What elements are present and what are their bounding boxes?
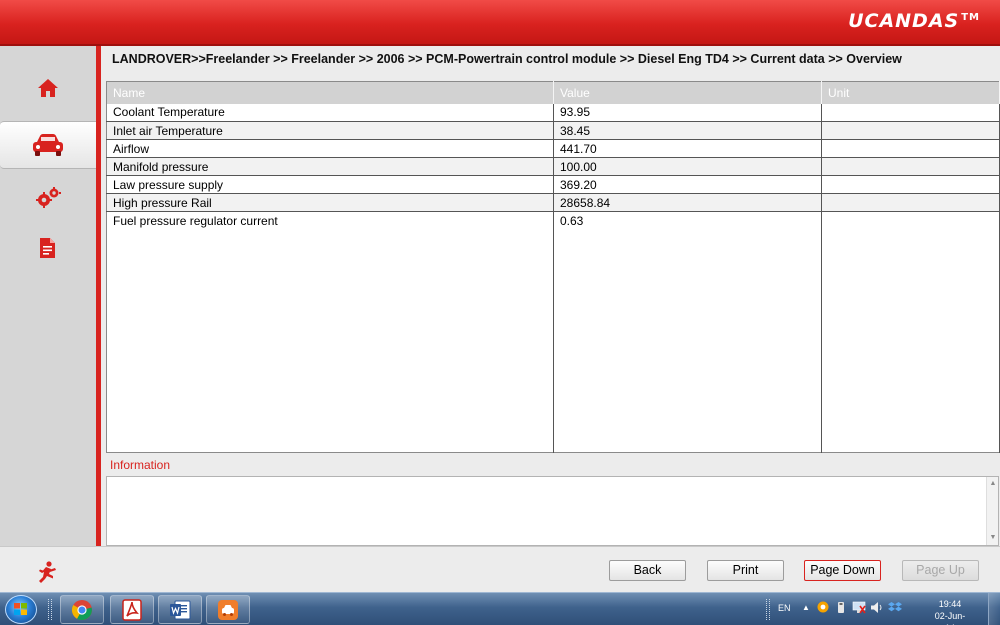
cell-unit <box>821 211 1000 230</box>
information-textbox[interactable]: ▲ ▼ <box>106 476 999 546</box>
empty-cell <box>553 229 822 453</box>
volume-icon[interactable] <box>870 601 884 616</box>
tray-grip <box>766 599 770 620</box>
cell-value: 28658.84 <box>553 193 822 212</box>
cell-unit <box>821 193 1000 212</box>
cell-unit <box>821 139 1000 158</box>
table-row[interactable]: Law pressure supply 369.20 <box>106 175 1000 194</box>
cell-value: 38.45 <box>553 121 822 140</box>
system-tray: EN ▲ 19:44 02-Jun-14 <box>754 593 984 625</box>
taskbar-app-ucandas[interactable] <box>206 595 250 624</box>
show-desktop-button[interactable] <box>988 593 1000 625</box>
clock-time: 19:44 <box>938 599 962 609</box>
column-header-unit: Unit <box>821 81 1000 104</box>
cell-value: 441.70 <box>553 139 822 158</box>
exit-button[interactable] <box>34 560 58 584</box>
cell-name: Law pressure supply <box>106 175 554 194</box>
scroll-up-icon[interactable]: ▲ <box>988 479 998 489</box>
pdf-reader-icon <box>122 598 142 621</box>
cell-value: 93.95 <box>553 103 822 122</box>
sidebar <box>0 46 101 546</box>
back-button[interactable]: Back <box>609 560 686 581</box>
dropbox-icon[interactable] <box>888 601 902 616</box>
sidebar-divider <box>96 46 101 546</box>
cell-unit <box>821 103 1000 122</box>
bottom-bar: Back Print Page Down Page Up <box>0 546 1000 592</box>
show-hidden-icons-icon[interactable]: ▲ <box>802 603 810 612</box>
taskbar-app-chrome[interactable] <box>60 595 104 624</box>
sidebar-item-settings[interactable] <box>0 174 96 222</box>
sidebar-item-vehicle[interactable] <box>0 121 96 169</box>
gears-icon <box>36 187 61 208</box>
car-icon <box>33 134 63 156</box>
sidebar-item-home[interactable] <box>0 64 96 112</box>
exit-icon <box>39 561 56 583</box>
top-bar: UCANDAS TM <box>0 0 1000 46</box>
ucandas-app-icon <box>218 599 238 620</box>
windows-logo-icon <box>14 603 27 615</box>
column-header-value: Value <box>553 81 822 104</box>
scroll-down-icon[interactable]: ▼ <box>988 533 998 543</box>
page-up-button[interactable]: Page Up <box>902 560 979 581</box>
clock[interactable]: 19:44 02-Jun-14 <box>930 598 970 625</box>
information-label: Information <box>106 455 999 476</box>
home-icon <box>38 79 58 97</box>
cell-unit <box>821 121 1000 140</box>
cell-name: Manifold pressure <box>106 157 554 176</box>
cell-value: 369.20 <box>553 175 822 194</box>
sidebar-item-reports[interactable] <box>0 224 96 272</box>
cell-value: 0.63 <box>553 211 822 230</box>
taskbar: EN ▲ 19:44 02-Jun-14 <box>0 592 1000 625</box>
taskbar-grip <box>48 599 52 620</box>
chrome-icon <box>71 599 92 620</box>
cell-name: Fuel pressure regulator current <box>106 211 554 230</box>
table-row[interactable]: High pressure Rail 28658.84 <box>106 193 1000 212</box>
brand-logo: UCANDAS TM <box>848 10 980 32</box>
language-indicator[interactable]: EN <box>778 603 791 613</box>
table-row[interactable]: Inlet air Temperature 38.45 <box>106 121 1000 140</box>
taskbar-app-word[interactable] <box>158 595 202 624</box>
taskbar-app-pdf-reader[interactable] <box>110 595 154 624</box>
table-row[interactable]: Manifold pressure 100.00 <box>106 157 1000 176</box>
table-empty-area <box>106 229 1000 453</box>
clock-date: 02-Jun-14 <box>934 611 966 625</box>
information-scrollbar[interactable]: ▲ ▼ <box>986 477 998 545</box>
cell-name: Coolant Temperature <box>106 103 554 122</box>
network-icon[interactable] <box>852 601 866 616</box>
print-button[interactable]: Print <box>707 560 784 581</box>
column-header-name: Name <box>106 81 554 104</box>
word-icon <box>170 600 191 619</box>
start-button[interactable] <box>5 595 37 624</box>
cell-name: High pressure Rail <box>106 193 554 212</box>
empty-cell <box>106 229 554 453</box>
page-down-button[interactable]: Page Down <box>804 560 881 581</box>
current-data-table: Name Value Unit Coolant Temperature 93.9… <box>106 81 1000 453</box>
cell-unit <box>821 157 1000 176</box>
report-icon <box>40 238 55 258</box>
table-header-row: Name Value Unit <box>106 81 1000 104</box>
table-row[interactable]: Airflow 441.70 <box>106 139 1000 158</box>
breadcrumb: LANDROVER>>Freelander >> Freelander >> 2… <box>112 52 902 66</box>
tray-app-icon[interactable] <box>817 601 829 615</box>
cell-name: Inlet air Temperature <box>106 121 554 140</box>
usb-device-icon[interactable] <box>836 601 846 616</box>
table-row[interactable]: Fuel pressure regulator current 0.63 <box>106 211 1000 230</box>
cell-unit <box>821 175 1000 194</box>
cell-value: 100.00 <box>553 157 822 176</box>
cell-name: Airflow <box>106 139 554 158</box>
table-row[interactable]: Coolant Temperature 93.95 <box>106 103 1000 122</box>
empty-cell <box>821 229 1000 453</box>
